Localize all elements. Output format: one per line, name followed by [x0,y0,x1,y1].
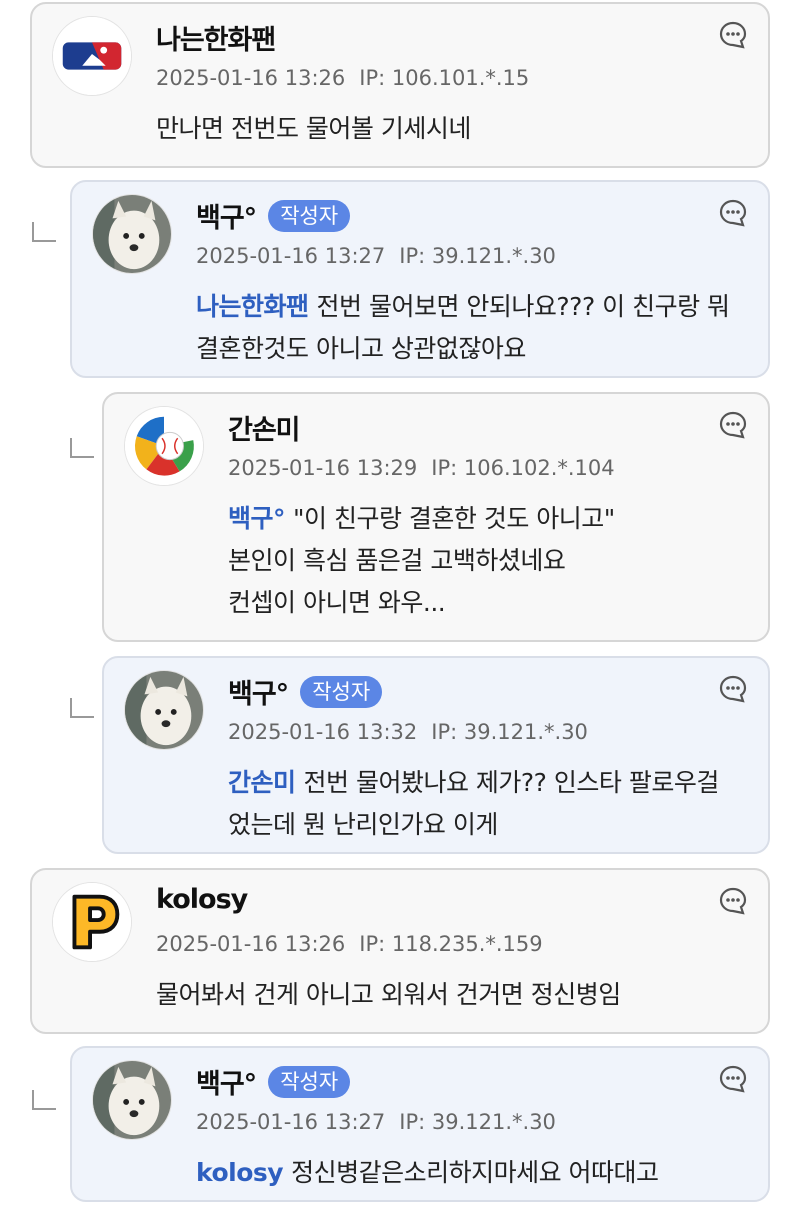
comment-date: 2025-01-16 13:27 [196,244,386,268]
comment-ip: IP: 39.121.*.30 [399,244,556,268]
speech-bubble-more-icon[interactable] [718,198,748,228]
comment-date: 2025-01-16 13:26 [156,66,346,90]
speech-bubble-more-icon[interactable] [718,886,748,916]
reply-arrow-icon [32,222,56,242]
white-dog-avatar-icon [93,1061,171,1139]
mlb-logo-icon [53,17,131,95]
comment-body: kolosy 정신병같은소리하지마세요 어따대고 [196,1152,738,1194]
comment-text-line: 컨셉이 아니면 와우... [228,588,446,617]
comment-body: 간손미 전번 물어봤나요 제가?? 인스타 팔로우걸었는데 뭔 난리인가요 이게 [228,762,738,846]
nickname[interactable]: 간손미 [228,408,301,447]
comment-meta: 2025-01-16 13:27 IP: 39.121.*.30 [196,244,556,268]
comment-text: 정신병같은소리하지마세요 어따대고 [291,1158,659,1187]
reply-comment: 백구° 작성자 2025-01-16 13:32 IP: 39.121.*.30 … [102,656,770,854]
comment-text: 물어봐서 건게 아니고 외워서 건거면 정신병임 [156,980,621,1009]
mention-link[interactable]: 간손미 [228,768,296,797]
world-baseball-classic-logo-icon [125,407,203,485]
avatar[interactable] [52,882,132,962]
comment-text: 만나면 전번도 물어볼 기세시네 [156,114,471,143]
avatar[interactable] [92,1060,172,1140]
comment-meta: 2025-01-16 13:29 IP: 106.102.*.104 [228,456,615,480]
comment-meta: 2025-01-16 13:32 IP: 39.121.*.30 [228,720,588,744]
comment-ip: IP: 39.121.*.30 [399,1110,556,1134]
avatar[interactable] [124,670,204,750]
reply-arrow-icon [70,438,94,458]
speech-bubble-more-icon[interactable] [718,410,748,440]
comment-body: 물어봐서 건게 아니고 외워서 건거면 정신병임 [156,974,738,1016]
comment: kolosy 2025-01-16 13:26 IP: 118.235.*.159… [30,868,770,1034]
speech-bubble-more-icon[interactable] [718,674,748,704]
nickname[interactable]: 백구° [196,196,257,235]
nickname[interactable]: 나는한화팬 [156,18,276,57]
comment-date: 2025-01-16 13:29 [228,456,418,480]
avatar[interactable] [92,194,172,274]
reply-arrow-icon [70,698,94,718]
comment: 나는한화팬 2025-01-16 13:26 IP: 106.101.*.15 만… [30,2,770,168]
reply-comment: 백구° 작성자 2025-01-16 13:27 IP: 39.121.*.30 … [70,180,770,378]
comment-ip: IP: 39.121.*.30 [431,720,588,744]
author-badge: 작성자 [300,675,383,708]
speech-bubble-more-icon[interactable] [718,20,748,50]
nickname[interactable]: 백구° [196,1062,257,1101]
comment-text-line: 본인이 흑심 품은걸 고백하셨네요 [228,546,566,575]
pirates-p-logo-icon [53,883,131,961]
comment-text: 전번 물어봤나요 제가?? 인스타 팔로우걸었는데 뭔 난리인가요 이게 [228,768,719,839]
speech-bubble-more-icon[interactable] [718,1064,748,1094]
comment-ip: IP: 118.235.*.159 [359,932,543,956]
author-badge: 작성자 [268,1065,351,1098]
reply-comment: 백구° 작성자 2025-01-16 13:27 IP: 39.121.*.30 … [70,1046,770,1202]
author-badge: 작성자 [268,199,351,232]
reply-arrow-icon [32,1090,56,1110]
comment-date: 2025-01-16 13:32 [228,720,418,744]
comment-meta: 2025-01-16 13:26 IP: 118.235.*.159 [156,932,543,956]
comment-date: 2025-01-16 13:27 [196,1110,386,1134]
comment-date: 2025-01-16 13:26 [156,932,346,956]
comment-body: 나는한화팬 전번 물어보면 안되나요??? 이 친구랑 뭐 결혼한것도 아니고 상… [196,286,738,370]
mention-link[interactable]: 나는한화팬 [196,292,309,321]
nickname[interactable]: kolosy [156,884,248,915]
comment-text-line: "이 친구랑 결혼한 것도 아니고" [293,504,615,533]
nickname[interactable]: 백구° [228,672,289,711]
comment-meta: 2025-01-16 13:26 IP: 106.101.*.15 [156,66,529,90]
avatar[interactable] [124,406,204,486]
comment-body: 만나면 전번도 물어볼 기세시네 [156,108,738,150]
reply-comment: 간손미 2025-01-16 13:29 IP: 106.102.*.104 백구… [102,392,770,642]
avatar[interactable] [52,16,132,96]
comment-ip: IP: 106.102.*.104 [431,456,615,480]
white-dog-avatar-icon [125,671,203,749]
comment-ip: IP: 106.101.*.15 [359,66,530,90]
mention-link[interactable]: kolosy [196,1158,284,1187]
comment-body: 백구° "이 친구랑 결혼한 것도 아니고" 본인이 흑심 품은걸 고백하셨네요 … [228,498,738,624]
mention-link[interactable]: 백구° [228,504,286,533]
comment-meta: 2025-01-16 13:27 IP: 39.121.*.30 [196,1110,556,1134]
white-dog-avatar-icon [93,195,171,273]
